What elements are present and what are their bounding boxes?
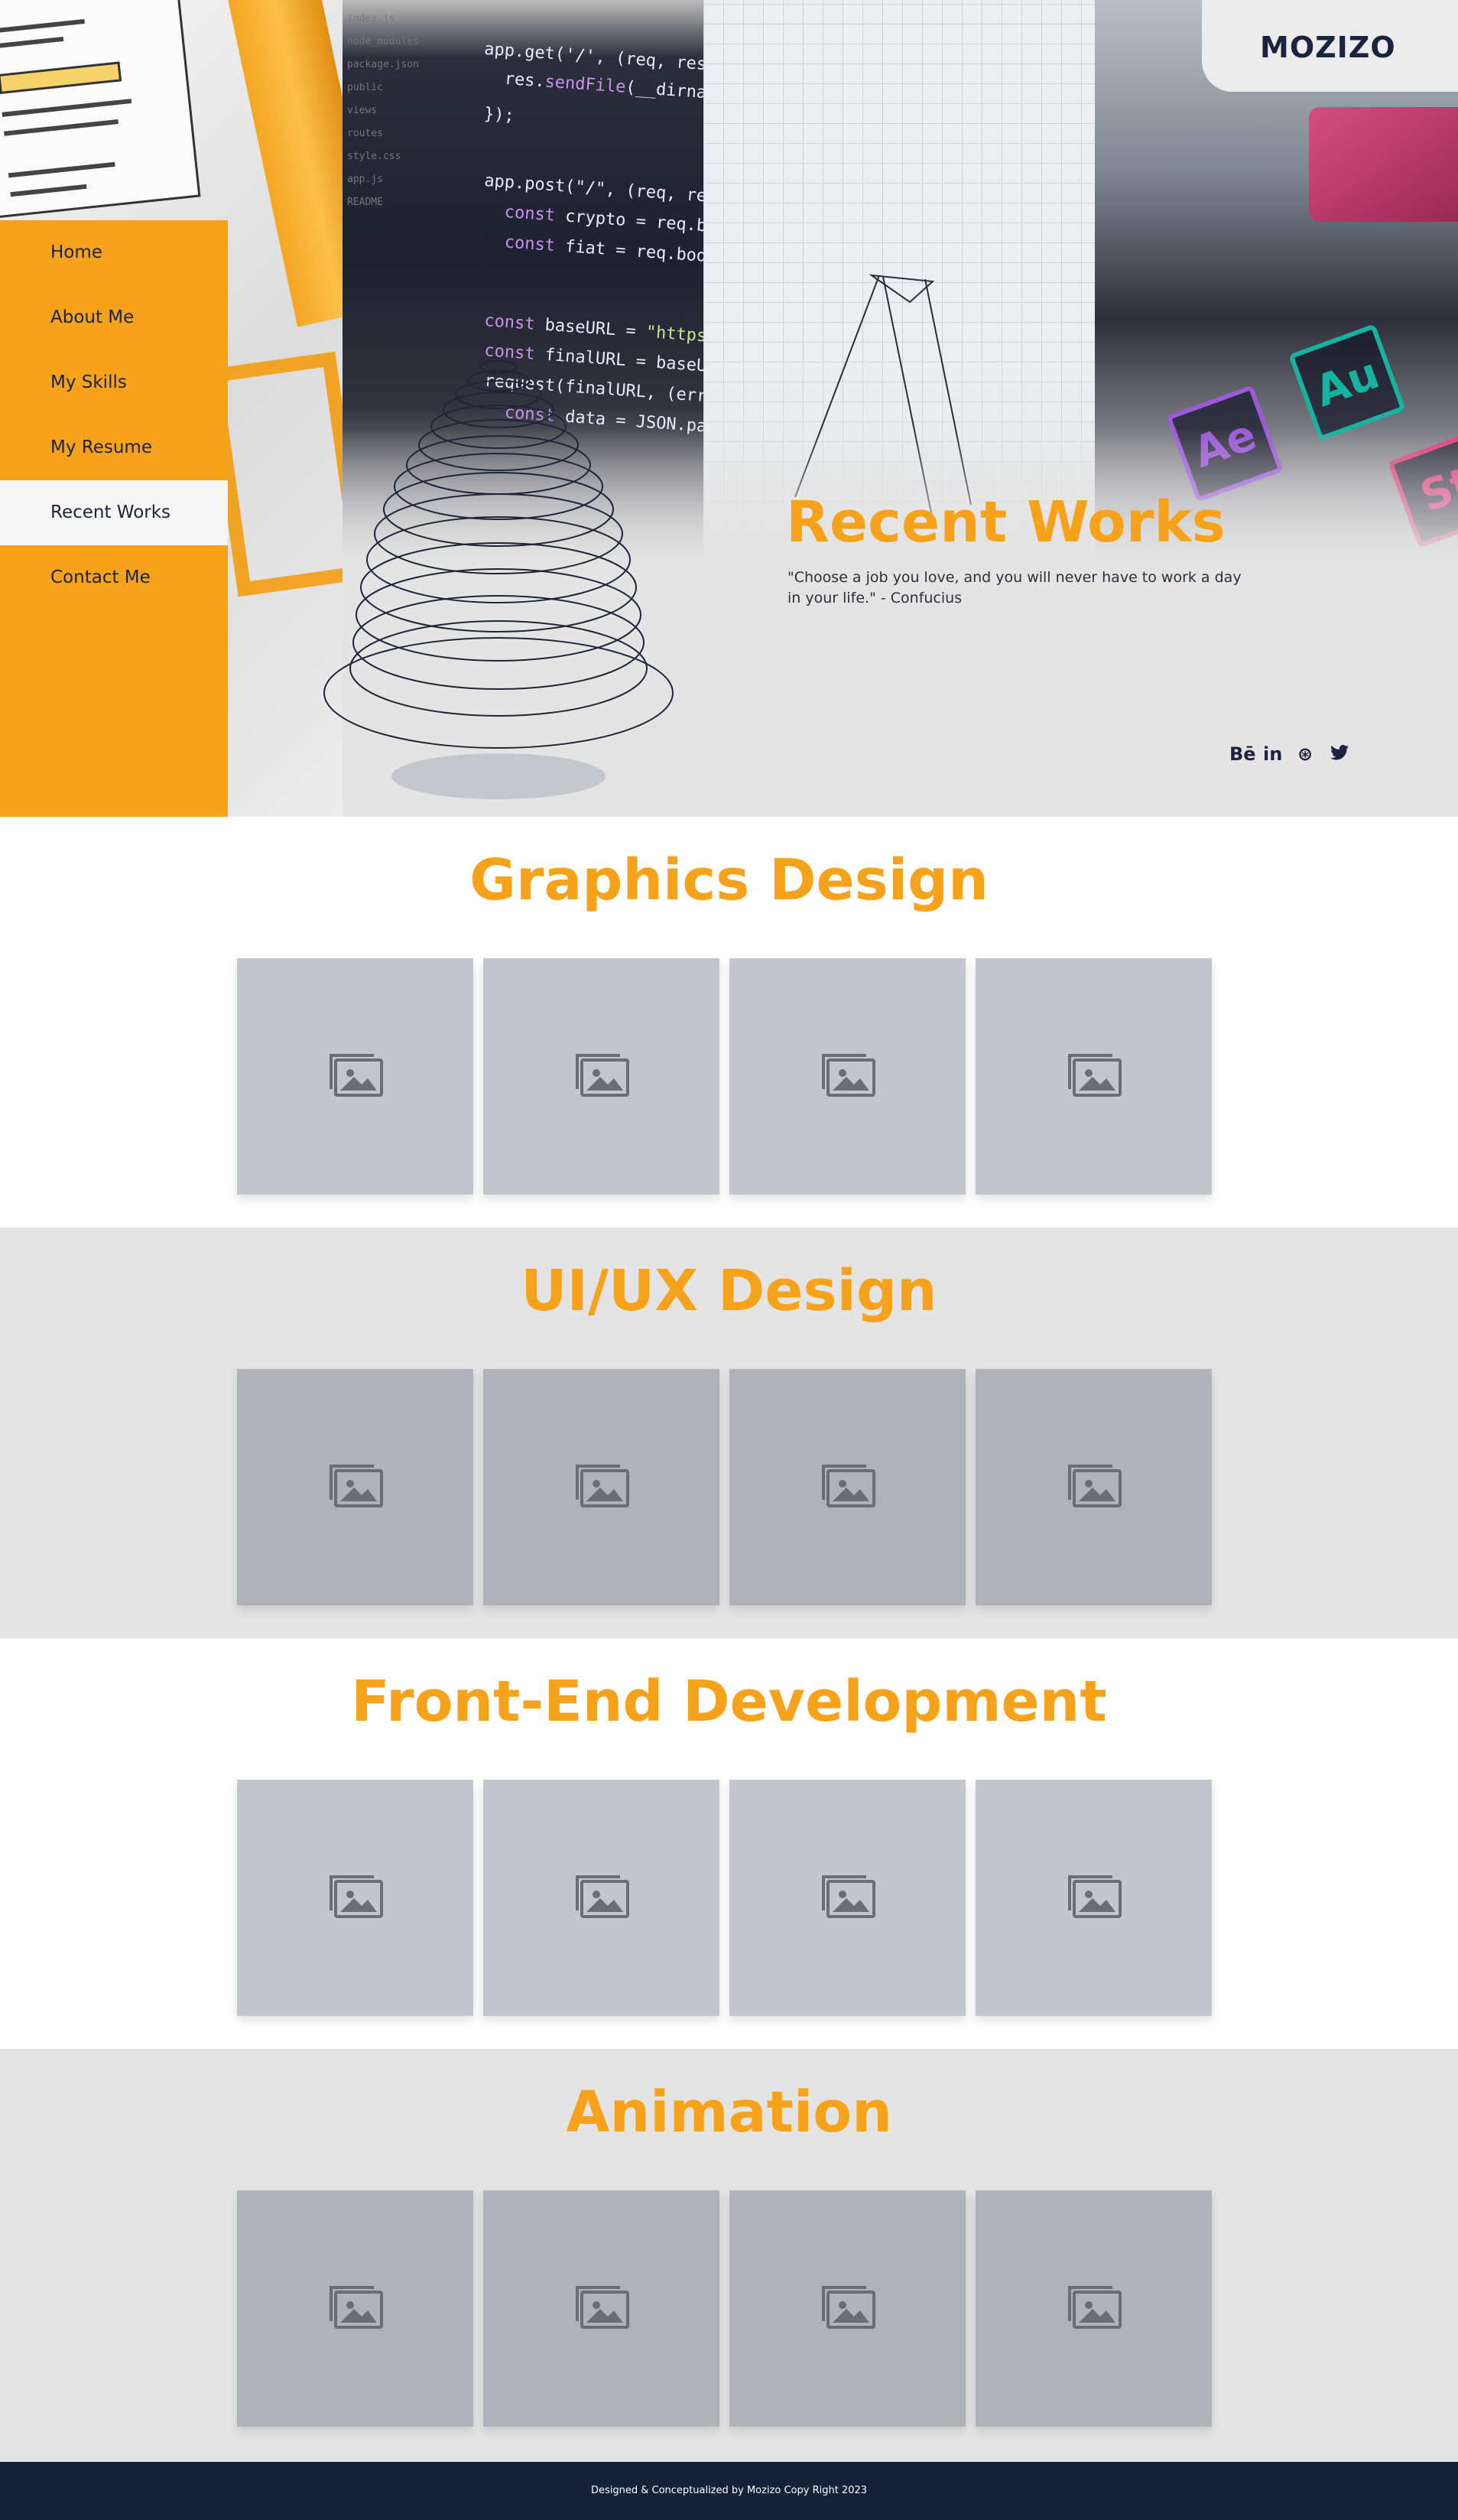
works-grid	[237, 1780, 1212, 2016]
work-thumbnail[interactable]	[976, 1369, 1212, 1605]
dribbble-icon[interactable]: ⊛	[1297, 743, 1313, 765]
image-placeholder-icon	[326, 1874, 385, 1923]
nav-item-my-skills[interactable]: My Skills	[0, 350, 228, 415]
behance-icon[interactable]: Bē	[1229, 743, 1256, 765]
works-grid	[237, 2190, 1212, 2427]
nav-item-contact-me[interactable]: Contact Me	[0, 545, 228, 610]
spiral-cone-graphic	[323, 360, 674, 799]
pencil-image	[224, 0, 343, 327]
nav-item-home[interactable]: Home	[0, 220, 228, 285]
section-title: Animation	[566, 2079, 892, 2145]
ui-ux-design-section: UI/UX Design	[0, 1227, 1458, 1638]
image-placeholder-icon	[1065, 2284, 1123, 2333]
sidebar-nav: Home About Me My Skills My Resume Recent…	[0, 220, 228, 817]
work-thumbnail[interactable]	[729, 958, 966, 1195]
twitter-icon[interactable]	[1330, 743, 1349, 765]
image-placeholder-icon	[819, 1874, 877, 1923]
wireframe-sketch	[0, 0, 201, 219]
image-placeholder-icon	[1065, 1463, 1123, 1512]
image-placeholder-icon	[326, 2284, 385, 2333]
work-thumbnail[interactable]	[483, 2190, 719, 2427]
social-links: Bē in ⊛	[1229, 743, 1349, 765]
work-thumbnail[interactable]	[976, 958, 1212, 1195]
linkedin-icon[interactable]: in	[1263, 743, 1282, 765]
footer-copyright: Designed & Conceptualized by Mozizo Copy…	[590, 2485, 868, 2496]
work-thumbnail[interactable]	[483, 958, 719, 1195]
work-thumbnail[interactable]	[237, 1369, 473, 1605]
work-thumbnail[interactable]	[483, 1780, 719, 2016]
works-grid	[237, 1369, 1212, 1605]
image-placeholder-icon	[573, 2284, 631, 2333]
nav-item-recent-works[interactable]: Recent Works	[0, 480, 228, 545]
work-thumbnail[interactable]	[729, 1780, 966, 2016]
work-thumbnail[interactable]	[237, 1780, 473, 2016]
work-thumbnail[interactable]	[237, 958, 473, 1195]
image-placeholder-icon	[326, 1463, 385, 1512]
front-end-development-section: Front-End Development	[0, 1638, 1458, 2049]
section-title: Front-End Development	[351, 1669, 1107, 1735]
image-placeholder-icon	[1065, 1052, 1123, 1101]
hero-section: index.js node_modules package.json public vi…	[0, 0, 1458, 817]
work-thumbnail[interactable]	[237, 2190, 473, 2427]
usb-drive-image	[1309, 107, 1458, 222]
graphics-design-section: Graphics Design	[0, 817, 1458, 1227]
section-title: UI/UX Design	[521, 1258, 937, 1324]
nav-item-my-resume[interactable]: My Resume	[0, 415, 228, 480]
image-placeholder-icon	[819, 2284, 877, 2333]
image-placeholder-icon	[573, 1463, 631, 1512]
image-placeholder-icon	[1065, 1874, 1123, 1923]
works-grid	[237, 958, 1212, 1195]
work-thumbnail[interactable]	[483, 1369, 719, 1605]
work-thumbnail[interactable]	[976, 1780, 1212, 2016]
work-thumbnail[interactable]	[976, 2190, 1212, 2427]
section-title: Graphics Design	[469, 847, 989, 913]
brand-logo[interactable]: MOZIZO	[1260, 31, 1396, 64]
hero-quote: "Choose a job you love, and you will nev…	[787, 569, 1242, 606]
image-placeholder-icon	[573, 1052, 631, 1101]
audition-icon: Au	[1288, 324, 1406, 441]
image-placeholder-icon	[819, 1052, 877, 1101]
page-title: Recent Works	[786, 489, 1226, 555]
work-thumbnail[interactable]	[729, 1369, 966, 1605]
work-thumbnail[interactable]	[729, 2190, 966, 2427]
image-placeholder-icon	[819, 1463, 877, 1512]
footer: Designed & Conceptualized by Mozizo Copy…	[0, 2462, 1458, 2520]
image-placeholder-icon	[573, 1874, 631, 1923]
image-placeholder-icon	[326, 1052, 385, 1101]
animation-section: Animation	[0, 2049, 1458, 2462]
nav-item-about-me[interactable]: About Me	[0, 285, 228, 350]
